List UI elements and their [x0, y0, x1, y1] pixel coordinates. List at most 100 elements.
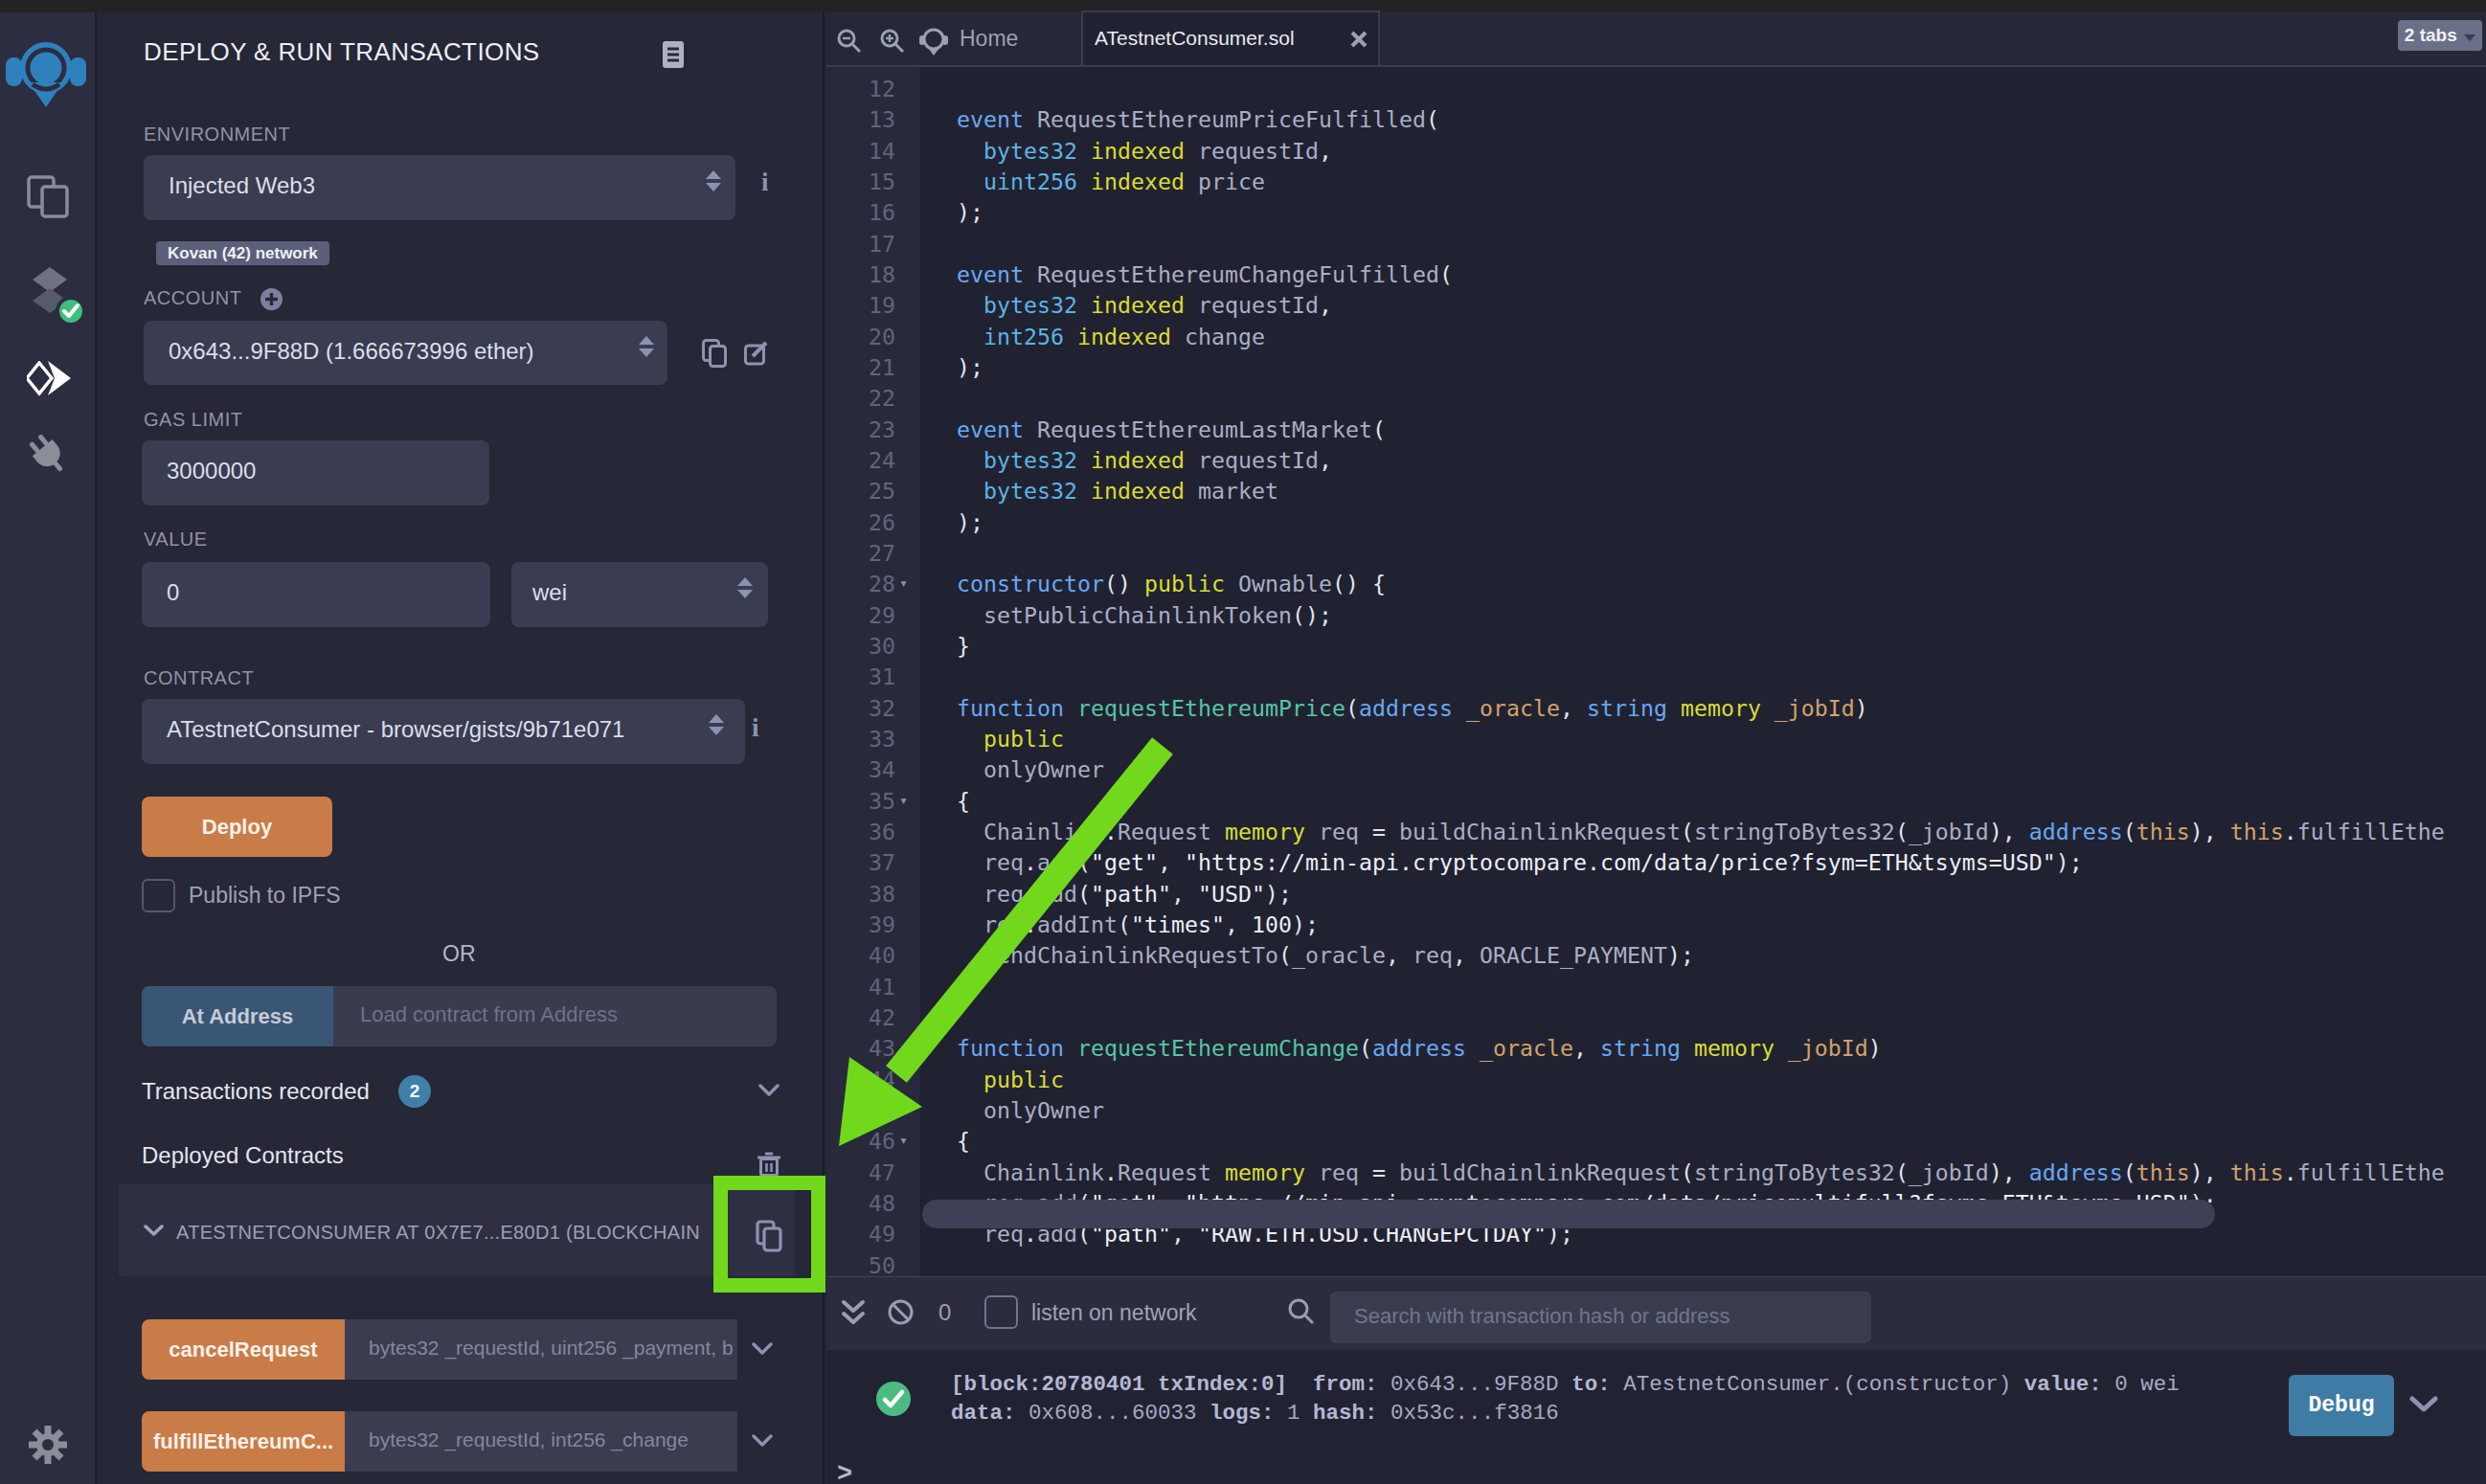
home-icon[interactable] — [917, 25, 950, 57]
tx-log-line-1[interactable]: [block:20780401 txIndex:0] from: 0x643..… — [951, 1372, 2180, 1397]
environment-info-icon[interactable]: i — [761, 168, 769, 197]
value-label: VALUE — [144, 528, 208, 551]
code-line-23: 23 event RequestEthereumLastMarket( — [826, 414, 2486, 445]
transactions-count-badge: 2 — [398, 1075, 431, 1108]
settings-gear-icon[interactable] — [27, 1424, 69, 1466]
code-line-29: 29 setPublicChainlinkToken(); — [826, 599, 2486, 631]
clear-contracts-trash-icon[interactable] — [757, 1152, 780, 1178]
edit-account-icon[interactable] — [744, 340, 769, 366]
code-line-37: 37 req.add("get", "https://min-api.crypt… — [826, 846, 2486, 878]
at-address-input[interactable]: Load contract from Address — [333, 986, 777, 1046]
code-line-21: 21 ); — [826, 351, 2486, 383]
code-editor: Home ATestnetConsumer.sol 2 tabs 1213 ev… — [826, 12, 2486, 1276]
account-select[interactable]: 0x643...9F88D (1.666673996 ether) — [144, 321, 667, 385]
contract-card-chevron-icon[interactable] — [144, 1225, 164, 1237]
expand-terminal-icon[interactable] — [841, 1299, 866, 1328]
contract-select[interactable]: ATestnetConsumer - browser/gists/9b71e07… — [142, 699, 745, 764]
code-line-31: 31 — [826, 661, 2486, 692]
pending-tx-count: 0 — [938, 1299, 951, 1326]
zoom-out-icon[interactable] — [837, 29, 862, 54]
code-line-32: 32 function requestEthereumPrice(address… — [826, 692, 2486, 724]
publish-ipfs-label: Publish to IPFS — [189, 883, 341, 909]
code-area[interactable]: 1213 event RequestEthereumPriceFulfilled… — [826, 67, 2486, 1276]
deploy-button[interactable]: Deploy — [142, 797, 332, 857]
fulfillEthereumChange-expand-icon[interactable] — [752, 1434, 773, 1448]
deploy-run-panel: DEPLOY & RUN TRANSACTIONS ENVIRONMENT In… — [97, 12, 825, 1484]
transactions-chevron-icon[interactable] — [758, 1084, 780, 1097]
gas-limit-input[interactable]: 3000000 — [142, 440, 489, 506]
code-line-38: 38 req.add("path", "USD"); — [826, 878, 2486, 910]
deploy-run-icon[interactable] — [27, 361, 73, 399]
environment-select[interactable]: Injected Web3 — [144, 155, 735, 220]
listen-network-label: listen on network — [1031, 1300, 1197, 1326]
contract-info-icon[interactable]: i — [752, 713, 759, 743]
clear-console-icon[interactable] — [888, 1299, 914, 1325]
code-line-28: 28▾ constructor() public Ownable() { — [826, 568, 2486, 599]
publish-ipfs-checkbox[interactable] — [142, 879, 175, 912]
code-line-44: 44 public — [826, 1064, 2486, 1095]
log-expand-chevron-icon[interactable] — [2409, 1396, 2438, 1413]
contract-card-title: ATESTNETCONSUMER AT 0X7E7...E80D1 (BLOCK… — [176, 1222, 712, 1244]
terminal-header: 0 listen on network Search with transact… — [826, 1276, 2486, 1350]
code-line-25: 25 bytes32 indexed market — [826, 475, 2486, 506]
code-line-27: 27 — [826, 537, 2486, 569]
cancelRequest-expand-icon[interactable] — [752, 1342, 773, 1356]
tx-log-line-2[interactable]: data: 0x608...60033 logs: 1 hash: 0x53c.… — [951, 1401, 1559, 1426]
transactions-recorded-label: Transactions recorded — [142, 1078, 370, 1105]
code-line-19: 19 bytes32 indexed requestId, — [826, 289, 2486, 321]
fulfillEthereumChange-args-input[interactable]: bytes32 _requestId, int256 _change — [345, 1411, 737, 1472]
code-line-15: 15 uint256 indexed price — [826, 166, 2486, 197]
deployed-contracts-label: Deployed Contracts — [142, 1142, 344, 1169]
contract-label: CONTRACT — [144, 667, 254, 689]
copy-contract-address-icon[interactable] — [756, 1220, 782, 1252]
code-line-17: 17 — [826, 228, 2486, 259]
solidity-compiler-icon[interactable] — [29, 267, 86, 326]
code-line-50: 50 — [826, 1249, 2486, 1276]
code-line-26: 26 ); — [826, 506, 2486, 538]
code-line-34: 34 onlyOwner — [826, 753, 2486, 785]
debug-button[interactable]: Debug — [2289, 1375, 2394, 1436]
cancelRequest-button[interactable]: cancelRequest — [142, 1319, 345, 1380]
code-line-24: 24 bytes32 indexed requestId, — [826, 444, 2486, 476]
code-line-47: 47 Chainlink.Request memory req = buildC… — [826, 1157, 2486, 1188]
or-label: OR — [442, 941, 476, 967]
code-line-40: 40 sendChainlinkRequestTo(_oracle, req, … — [826, 939, 2486, 971]
code-line-45: 45 onlyOwner — [826, 1094, 2486, 1126]
listen-network-checkbox[interactable] — [984, 1295, 1018, 1329]
value-unit-select[interactable]: wei — [511, 562, 768, 627]
code-line-35: 35▾ { — [826, 785, 2486, 817]
code-line-39: 39 req.addInt("times", 100); — [826, 909, 2486, 940]
gas-limit-label: GAS LIMIT — [144, 409, 242, 431]
plugin-manager-icon[interactable] — [25, 432, 73, 478]
code-line-36: 36 Chainlink.Request memory req = buildC… — [826, 816, 2486, 847]
tabs-count-dropdown[interactable]: 2 tabs — [2398, 20, 2482, 51]
code-line-43: 43 function requestEthereumChange(addres… — [826, 1032, 2486, 1064]
code-line-20: 20 int256 indexed change — [826, 321, 2486, 352]
terminal: 0 listen on network Search with transact… — [826, 1276, 2486, 1484]
copy-account-icon[interactable] — [702, 339, 727, 368]
remix-logo-icon[interactable] — [6, 36, 86, 109]
account-label: ACCOUNT — [144, 287, 241, 309]
at-address-button[interactable]: At Address — [142, 986, 333, 1046]
code-line-33: 33 public — [826, 723, 2486, 754]
docs-icon[interactable] — [663, 41, 684, 68]
cancelRequest-args-input[interactable]: bytes32 _requestId, uint256 _payment, b — [345, 1319, 737, 1380]
code-line-12: 12 — [826, 73, 2486, 104]
add-account-icon[interactable] — [260, 288, 282, 310]
terminal-search-input[interactable]: Search with transaction hash or address — [1330, 1292, 1871, 1343]
file-explorer-icon[interactable] — [27, 175, 75, 219]
close-tab-icon[interactable] — [1349, 30, 1368, 49]
active-tab[interactable]: ATestnetConsumer.sol — [1081, 11, 1380, 65]
editor-horizontal-scrollbar[interactable] — [922, 1200, 2215, 1228]
code-line-13: 13 event RequestEthereumPriceFulfilled( — [826, 103, 2486, 135]
remix-ide: DEPLOY & RUN TRANSACTIONS ENVIRONMENT In… — [0, 0, 2486, 1484]
environment-label: ENVIRONMENT — [144, 124, 290, 146]
deployed-contract-card[interactable]: ATESTNETCONSUMER AT 0X7E7...E80D1 (BLOCK… — [119, 1184, 795, 1276]
terminal-prompt[interactable]: > — [837, 1460, 852, 1484]
code-line-14: 14 bytes32 indexed requestId, — [826, 135, 2486, 167]
fulfillEthereumChange-button[interactable]: fulfillEthereumC... — [142, 1411, 345, 1472]
value-input[interactable]: 0 — [142, 562, 490, 627]
zoom-in-icon[interactable] — [880, 29, 905, 54]
home-tab[interactable]: Home — [960, 26, 1018, 52]
search-icon — [1288, 1298, 1315, 1325]
